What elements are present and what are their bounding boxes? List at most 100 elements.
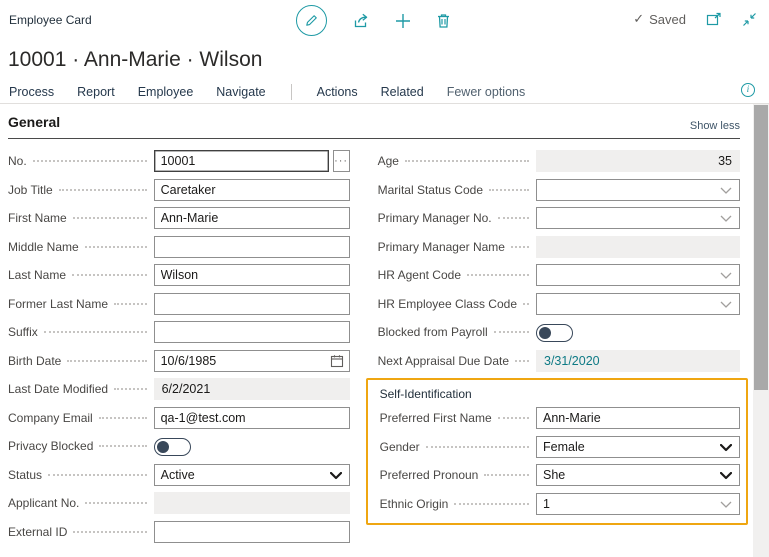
- gender-select[interactable]: Female: [536, 435, 740, 458]
- field-hr-agent-code: HR Agent Code: [378, 264, 740, 286]
- dotted-leader: [484, 474, 529, 476]
- app-caption: Employee Card: [9, 13, 92, 27]
- former-last-name-input[interactable]: [153, 292, 350, 315]
- collapse-icon[interactable]: [742, 12, 757, 27]
- last-date-modified-value: 6/2/2021: [153, 378, 350, 400]
- preferred-first-name-input[interactable]: [536, 407, 740, 429]
- field-external-id: External ID: [8, 520, 350, 543]
- ethnic-origin-lookup[interactable]: 1: [536, 492, 740, 515]
- no-input[interactable]: [153, 150, 329, 172]
- primary-manager-no-label: Primary Manager No.: [377, 211, 492, 225]
- gender-label: Gender: [379, 439, 420, 454]
- former-last-name-label: Former Last Name: [8, 296, 109, 311]
- self-identification-title: Self-Identification: [379, 387, 472, 401]
- external-id-label: External ID: [8, 524, 68, 539]
- dotted-leader: [114, 388, 147, 390]
- field-first-name: First Name: [8, 207, 350, 229]
- privacy-blocked-toggle[interactable]: [153, 437, 191, 456]
- primary-manager-name-value: [536, 235, 740, 258]
- menu-divider: [290, 83, 292, 100]
- next-appraisal-due-date-label: Next Appraisal Due Date: [377, 353, 510, 368]
- check-icon: ✓: [633, 11, 645, 26]
- field-gender: Gender Female: [379, 435, 740, 458]
- toggle-knob: [539, 326, 551, 339]
- edit-icon[interactable]: [296, 5, 327, 36]
- last-name-input[interactable]: [153, 264, 350, 286]
- hr-agent-code-lookup[interactable]: [536, 264, 740, 286]
- hr-employee-class-code-lookup[interactable]: [536, 292, 740, 315]
- general-form: No. ··· Job Title First Name Middle Name…: [8, 150, 748, 549]
- dotted-leader: [467, 274, 529, 276]
- toggle-knob: [156, 440, 169, 453]
- blocked-from-payroll-toggle[interactable]: [536, 323, 573, 342]
- privacy-blocked-label: Privacy Blocked: [8, 439, 94, 453]
- age-value: 35: [536, 150, 740, 172]
- field-former-last-name: Former Last Name: [8, 292, 350, 315]
- applicant-no-label: Applicant No.: [8, 496, 80, 510]
- company-email-input[interactable]: [153, 406, 350, 429]
- preferred-pronoun-label: Preferred Pronoun: [379, 468, 479, 482]
- first-name-input[interactable]: [153, 207, 350, 229]
- chevron-down-icon: [720, 501, 732, 508]
- new-icon[interactable]: [395, 13, 411, 29]
- chevron-down-icon: [720, 272, 732, 279]
- primary-manager-name-label: Primary Manager Name: [377, 239, 505, 254]
- left-column: No. ··· Job Title First Name Middle Name…: [8, 150, 350, 549]
- suffix-input[interactable]: [153, 321, 350, 343]
- menu-employee[interactable]: Employee: [138, 85, 194, 99]
- menu-navigate[interactable]: Navigate: [216, 85, 265, 99]
- next-appraisal-due-date-value[interactable]: 3/31/2020: [536, 349, 740, 372]
- status-label: Status: [8, 467, 43, 482]
- dotted-leader: [85, 502, 147, 504]
- dotted-leader: [497, 417, 529, 419]
- last-date-modified-label: Last Date Modified: [8, 382, 109, 396]
- hr-agent-code-label: HR Agent Code: [377, 268, 461, 282]
- middle-name-input[interactable]: [153, 235, 350, 258]
- dotted-leader: [114, 302, 147, 305]
- info-icon[interactable]: i: [741, 83, 755, 97]
- field-no: No. ···: [8, 150, 350, 172]
- pencil-icon: [306, 15, 317, 26]
- field-company-email: Company Email: [8, 406, 350, 429]
- dotted-leader: [58, 188, 147, 191]
- menu-report[interactable]: Report: [77, 85, 115, 99]
- field-next-appraisal-due-date: Next Appraisal Due Date 3/31/2020: [377, 349, 740, 372]
- dotted-leader: [515, 359, 529, 362]
- field-primary-manager-no: Primary Manager No.: [378, 207, 740, 229]
- job-title-input[interactable]: [153, 178, 350, 201]
- chevron-down-icon: [720, 443, 732, 451]
- job-title-label: Job Title: [8, 182, 53, 197]
- status-select[interactable]: Active: [153, 463, 350, 486]
- calendar-icon[interactable]: [330, 354, 344, 368]
- ethnic-origin-label: Ethnic Origin: [379, 496, 449, 511]
- vertical-scrollbar[interactable]: [753, 104, 769, 557]
- fewer-options-link[interactable]: Fewer options: [447, 85, 526, 99]
- assist-edit-button[interactable]: ···: [332, 150, 350, 172]
- field-blocked-from-payroll: Blocked from Payroll: [378, 321, 740, 343]
- primary-manager-no-lookup[interactable]: [536, 207, 740, 229]
- field-birth-date: Birth Date: [8, 349, 350, 372]
- birth-date-input[interactable]: [153, 349, 350, 372]
- delete-icon[interactable]: [436, 13, 451, 29]
- menu-related[interactable]: Related: [381, 85, 424, 99]
- age-label: Age: [377, 154, 399, 168]
- scrollbar-thumb[interactable]: [754, 105, 768, 390]
- birth-date-label: Birth Date: [8, 353, 62, 368]
- marital-status-code-lookup[interactable]: [536, 178, 740, 201]
- dotted-leader: [72, 217, 147, 219]
- show-less-link[interactable]: Show less: [690, 120, 740, 132]
- share-icon[interactable]: [352, 12, 370, 29]
- external-id-input[interactable]: [153, 520, 350, 543]
- general-section-title[interactable]: General: [8, 114, 60, 130]
- dotted-leader: [425, 445, 529, 448]
- field-last-date-modified: Last Date Modified 6/2/2021: [8, 378, 350, 400]
- field-ethnic-origin: Ethnic Origin 1: [379, 492, 740, 515]
- field-age: Age 35: [378, 150, 740, 172]
- dotted-leader: [497, 217, 529, 219]
- last-name-label: Last Name: [8, 268, 67, 282]
- menu-process[interactable]: Process: [9, 85, 54, 99]
- no-label: No.: [8, 154, 27, 168]
- preferred-pronoun-select[interactable]: She: [536, 464, 740, 486]
- open-in-new-window-icon[interactable]: [706, 12, 722, 26]
- menu-actions[interactable]: Actions: [317, 85, 358, 99]
